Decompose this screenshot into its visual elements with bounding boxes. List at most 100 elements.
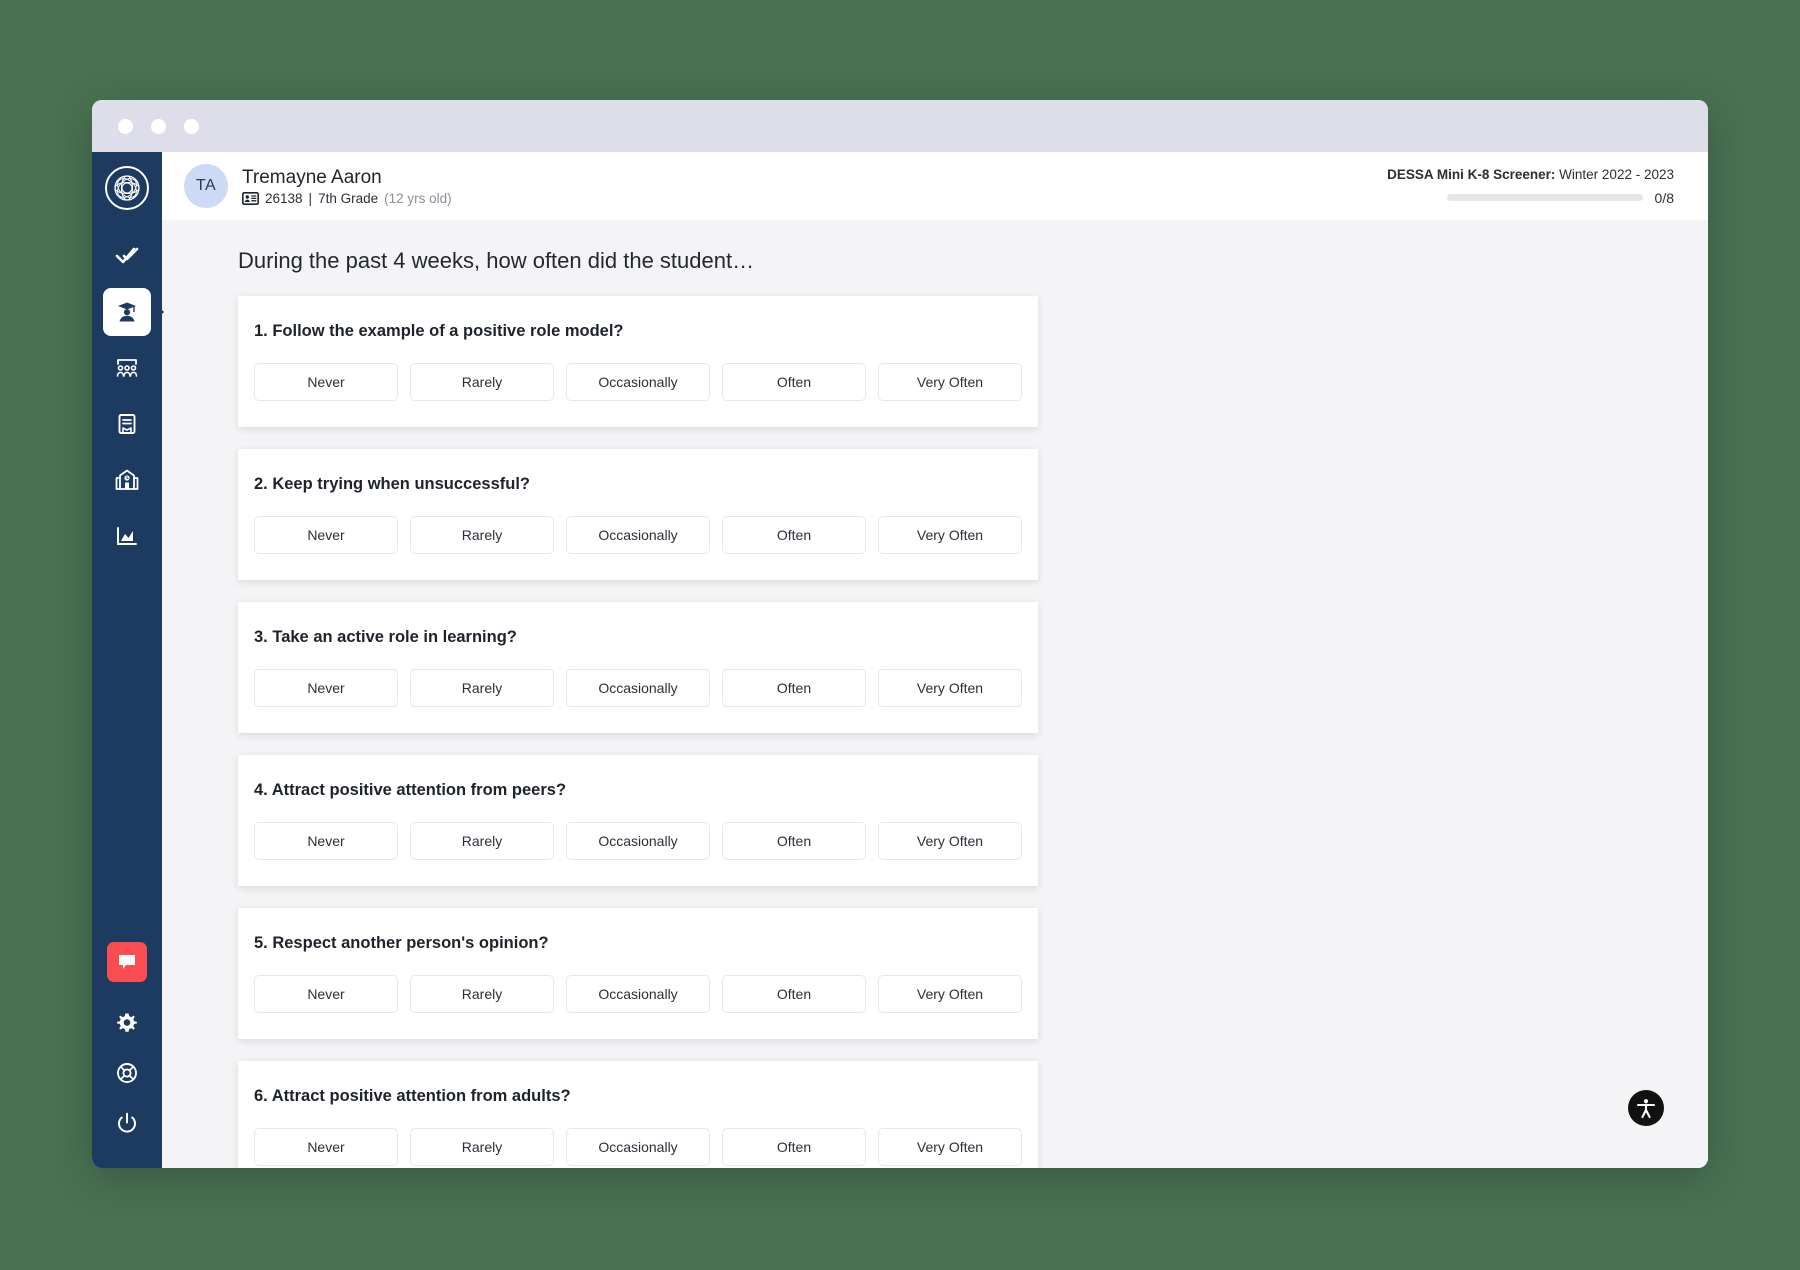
answer-option-very-often[interactable]: Very Often [878, 363, 1022, 401]
window-minimize-button[interactable] [151, 118, 166, 134]
answer-option-never[interactable]: Never [254, 822, 398, 860]
answer-option-very-often[interactable]: Very Often [878, 669, 1022, 707]
question-card: 4. Attract positive attention from peers… [238, 755, 1038, 886]
sidebar-item-classrooms[interactable] [103, 344, 151, 392]
answer-option-occasionally[interactable]: Occasionally [566, 669, 710, 707]
answer-option-very-often[interactable]: Very Often [878, 1128, 1022, 1166]
answer-option-occasionally[interactable]: Occasionally [566, 1128, 710, 1166]
student-id: 26138 [265, 191, 303, 207]
accessibility-icon [1636, 1099, 1656, 1119]
avatar: TA [184, 164, 228, 208]
graduate-icon [118, 302, 136, 322]
desktop-background: TA Tremayne Aaron 26138 | 7th Grade (12 … [0, 0, 1800, 1270]
answer-option-often[interactable]: Often [722, 1128, 866, 1166]
gear-icon [117, 1013, 137, 1032]
sidebar [92, 152, 164, 1168]
question-card: 5. Respect another person's opinion? Neve… [238, 908, 1038, 1039]
answer-options: Never Rarely Occasionally Often Very Often [238, 516, 1038, 554]
answer-option-rarely[interactable]: Rarely [410, 516, 554, 554]
life-ring-icon [117, 1063, 137, 1083]
question-card: 6. Attract positive attention from adult… [238, 1061, 1038, 1168]
sidebar-item-students[interactable] [103, 288, 164, 336]
answer-option-very-often[interactable]: Very Often [878, 822, 1022, 860]
answer-options: Never Rarely Occasionally Often Very Often [238, 975, 1038, 1013]
window-close-button[interactable] [118, 118, 133, 134]
answer-option-rarely[interactable]: Rarely [410, 822, 554, 860]
sidebar-item-schools[interactable] [103, 456, 151, 504]
sidebar-item-reports[interactable] [103, 512, 151, 560]
sidebar-bottom-group [104, 942, 150, 1168]
question-text: 1. Follow the example of a positive role… [254, 322, 624, 340]
answer-option-rarely[interactable]: Rarely [410, 669, 554, 707]
answer-options: Never Rarely Occasionally Often Very Often [238, 1128, 1038, 1166]
chat-bubble-icon [119, 955, 135, 969]
window-maximize-button[interactable] [184, 118, 199, 134]
logout-button[interactable] [104, 1100, 150, 1146]
answer-option-very-often[interactable]: Very Often [878, 516, 1022, 554]
sidebar-item-tasks[interactable] [103, 232, 151, 280]
help-button[interactable] [104, 1050, 150, 1096]
question-text: 4. Attract positive attention from peers… [254, 781, 567, 799]
answer-option-occasionally[interactable]: Occasionally [566, 516, 710, 554]
student-summary: TA Tremayne Aaron 26138 | 7th Grade (12 … [184, 164, 452, 208]
answer-option-never[interactable]: Never [254, 516, 398, 554]
top-bar: TA Tremayne Aaron 26138 | 7th Grade (12 … [162, 152, 1708, 220]
window-titlebar [92, 100, 1708, 152]
question-list: 1. Follow the example of a positive role… [162, 296, 1708, 1168]
answer-option-often[interactable]: Often [722, 975, 866, 1013]
classroom-group-icon [116, 359, 138, 377]
answer-option-never[interactable]: Never [254, 975, 398, 1013]
screener-term: Winter 2022 - 2023 [1559, 166, 1674, 182]
app-window: TA Tremayne Aaron 26138 | 7th Grade (12 … [92, 100, 1708, 1168]
page-title: During the past 4 weeks, how often did t… [238, 248, 755, 273]
answer-option-occasionally[interactable]: Occasionally [566, 822, 710, 860]
answer-option-often[interactable]: Often [722, 516, 866, 554]
question-text: 5. Respect another person's opinion? [254, 934, 549, 952]
meta-separator: | [308, 191, 313, 207]
globe-logo [105, 166, 149, 210]
id-badge-icon [242, 192, 259, 206]
progress-count: 0/8 [1654, 189, 1674, 206]
answer-options: Never Rarely Occasionally Often Very Often [238, 822, 1038, 860]
school-clock-icon [115, 469, 139, 490]
student-meta: 26138 | 7th Grade (12 yrs old) [242, 191, 452, 206]
answer-options: Never Rarely Occasionally Often Very Often [238, 363, 1038, 401]
answer-option-often[interactable]: Often [722, 822, 866, 860]
screener-title: DESSA Mini K-8 Screener: Winter 2022 - 2… [1387, 167, 1674, 182]
settings-button[interactable] [104, 1000, 150, 1046]
answer-option-often[interactable]: Often [722, 363, 866, 401]
answer-option-never[interactable]: Never [254, 669, 398, 707]
answer-option-rarely[interactable]: Rarely [410, 1128, 554, 1166]
accessibility-button[interactable] [1628, 1090, 1664, 1126]
answer-option-occasionally[interactable]: Occasionally [566, 975, 710, 1013]
power-icon [118, 1112, 136, 1133]
answer-option-often[interactable]: Often [722, 669, 866, 707]
answer-option-never[interactable]: Never [254, 1128, 398, 1166]
area-chart-icon [117, 527, 137, 545]
main-area: TA Tremayne Aaron 26138 | 7th Grade (12 … [162, 152, 1708, 1168]
answer-option-rarely[interactable]: Rarely [410, 975, 554, 1013]
messages-button[interactable] [107, 942, 147, 982]
answer-option-never[interactable]: Never [254, 363, 398, 401]
answer-option-very-often[interactable]: Very Often [878, 975, 1022, 1013]
answer-option-occasionally[interactable]: Occasionally [566, 363, 710, 401]
answer-option-rarely[interactable]: Rarely [410, 363, 554, 401]
double-check-icon [115, 247, 139, 264]
book-icon [118, 414, 136, 434]
screener-label: DESSA Mini K-8 Screener: [1387, 166, 1556, 182]
progress-bar [1446, 194, 1643, 201]
student-grade: 7th Grade [318, 191, 379, 207]
question-card: 3. Take an active role in learning? Never… [238, 602, 1038, 733]
student-name: Tremayne Aaron [242, 166, 382, 188]
active-indicator [157, 305, 164, 319]
answer-options: Never Rarely Occasionally Often Very Often [238, 669, 1038, 707]
question-text: 6. Attract positive attention from adult… [254, 1087, 571, 1105]
progress-row: 0/8 [1387, 190, 1674, 206]
question-card: 1. Follow the example of a positive role… [238, 296, 1038, 427]
screener-info: DESSA Mini K-8 Screener: Winter 2022 - 2… [1387, 167, 1674, 206]
question-text: 2. Keep trying when unsuccessful? [254, 475, 530, 493]
questionnaire-scroll-area[interactable]: During the past 4 weeks, how often did t… [162, 220, 1708, 1168]
question-card: 2. Keep trying when unsuccessful? Never Ra… [238, 449, 1038, 580]
student-age: (12 yrs old) [384, 191, 452, 207]
sidebar-item-resources[interactable] [103, 400, 151, 448]
